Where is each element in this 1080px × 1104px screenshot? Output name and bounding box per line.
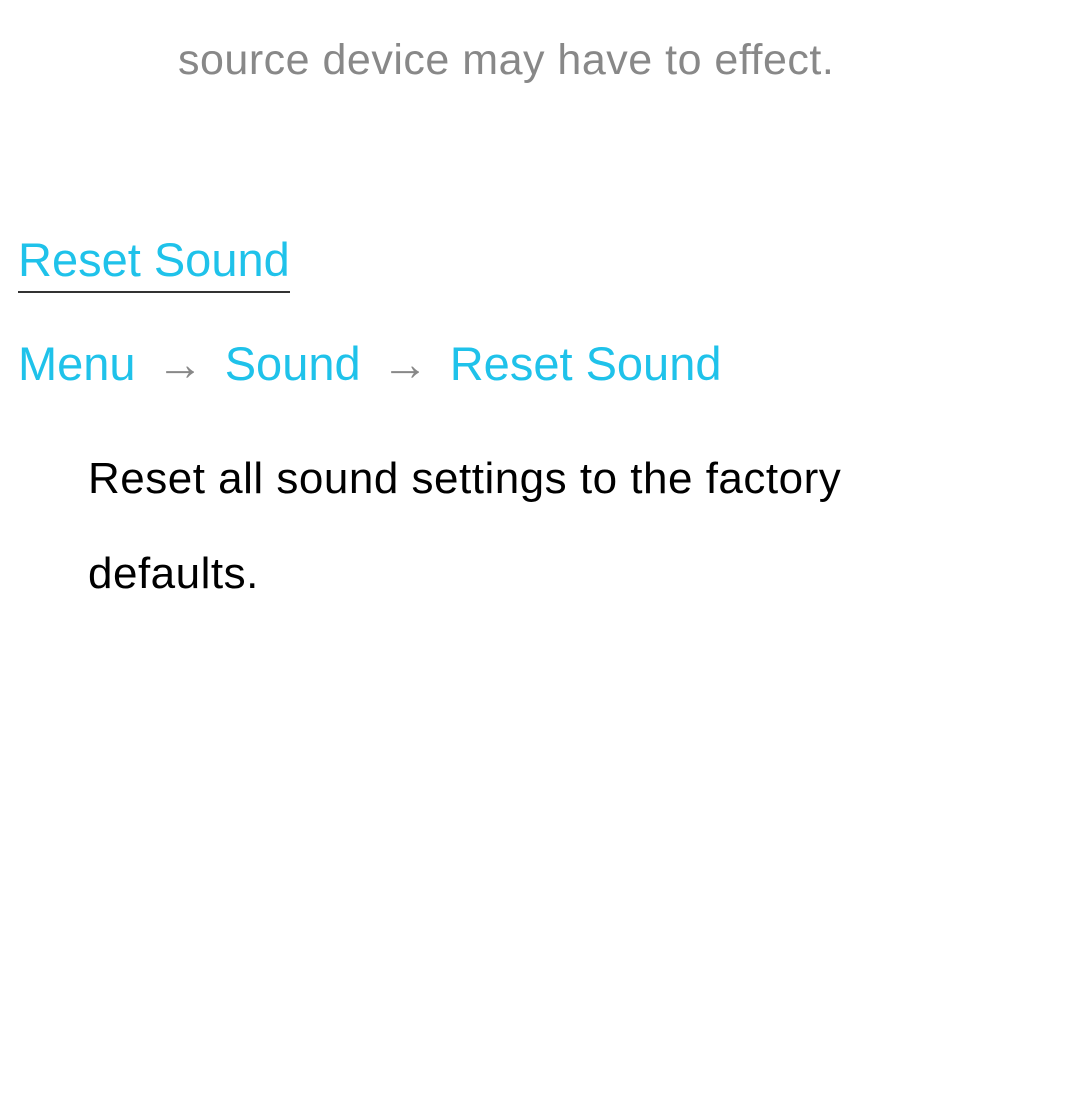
breadcrumb-item-sound: Sound [225, 337, 361, 390]
breadcrumb-item-menu: Menu [18, 337, 136, 390]
breadcrumb: Menu → Sound → Reset Sound [18, 336, 721, 391]
previous-section-fragment: source device may have to effect. [178, 36, 834, 85]
arrow-icon: → [382, 337, 429, 390]
arrow-icon: → [157, 337, 204, 390]
section-description: Reset all sound settings to the factory … [88, 432, 1020, 621]
section-heading-reset-sound: Reset Sound [18, 232, 290, 293]
breadcrumb-item-reset-sound: Reset Sound [450, 337, 722, 390]
